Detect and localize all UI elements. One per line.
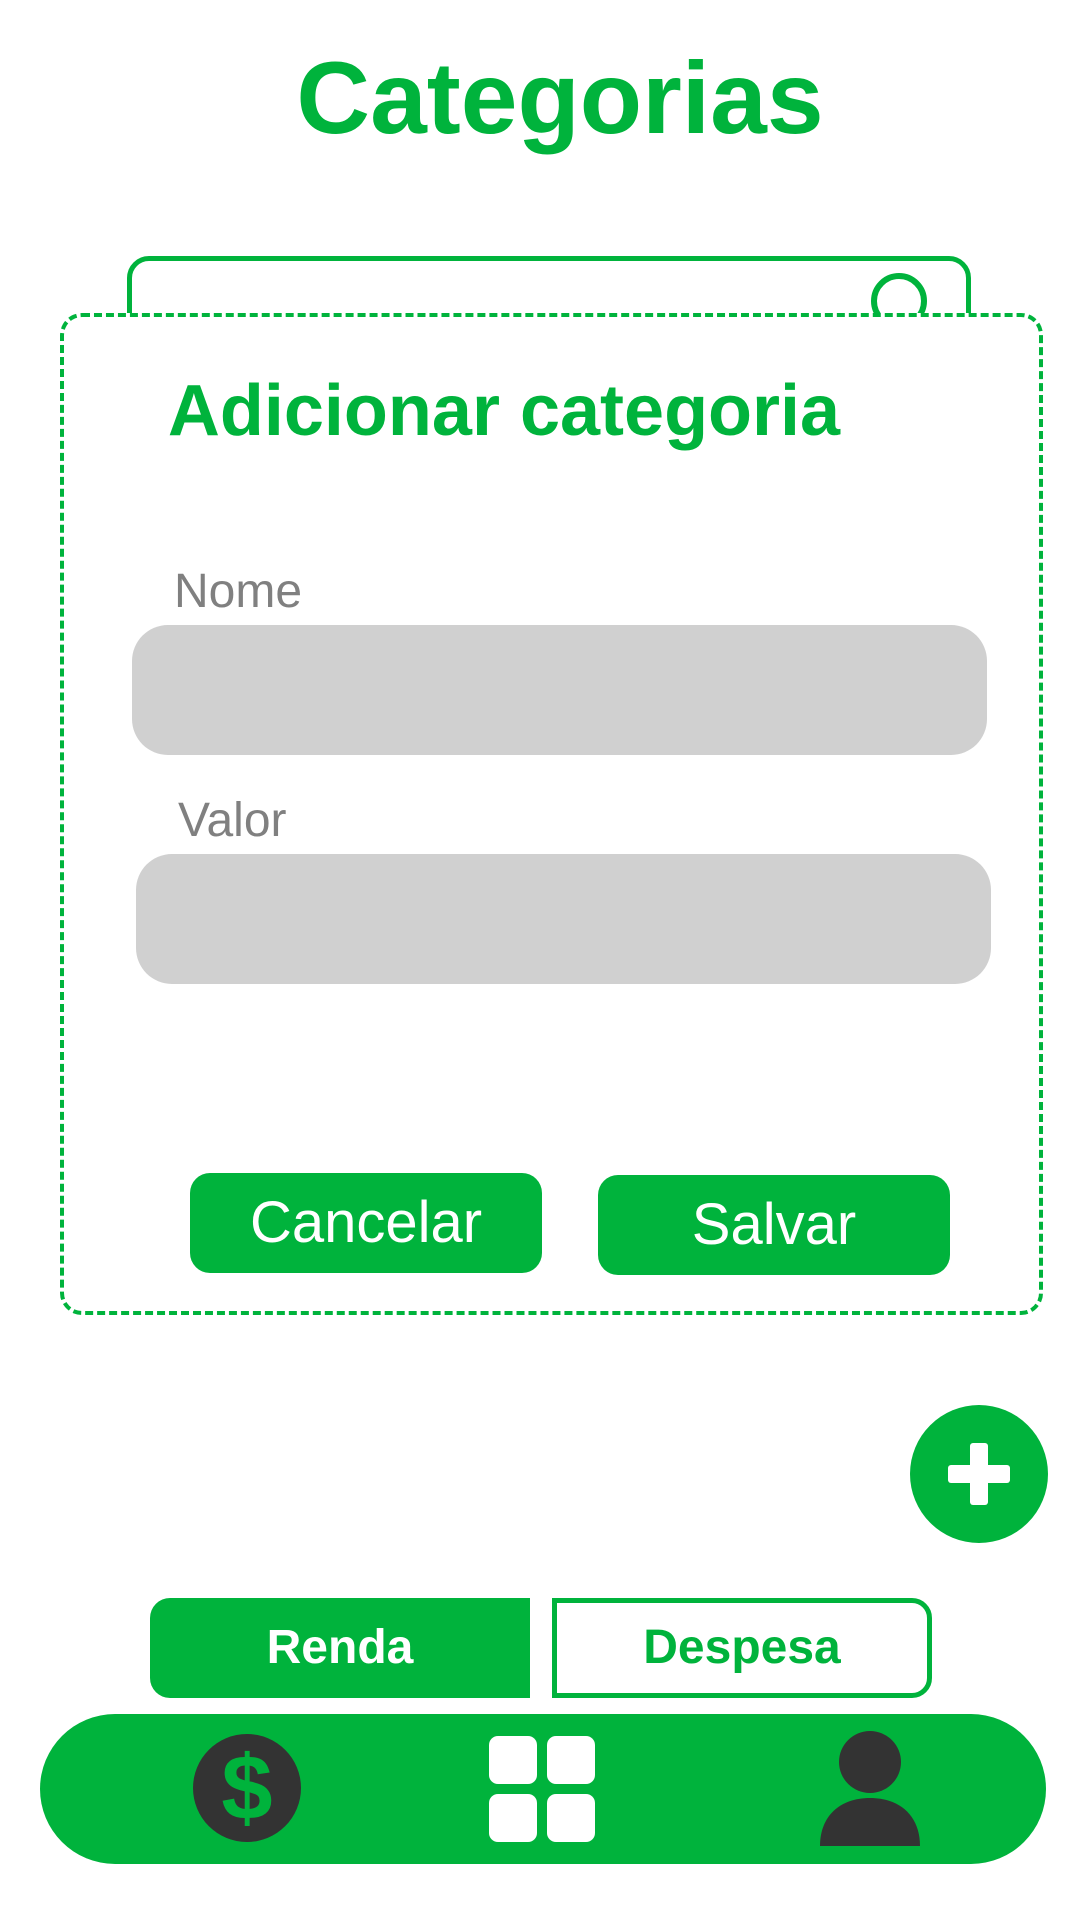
page-title: Categorias <box>296 41 824 155</box>
save-button[interactable]: Salvar <box>598 1175 950 1275</box>
name-input[interactable] <box>132 625 987 755</box>
grid-icon <box>489 1736 595 1842</box>
dialog-title: Adicionar categoria <box>167 371 841 451</box>
user-icon <box>820 1731 920 1846</box>
nav-item-profile[interactable] <box>818 1730 922 1853</box>
income-toggle[interactable]: Renda <box>150 1598 530 1698</box>
value-label: Valor <box>178 794 287 847</box>
add-category-button[interactable] <box>910 1405 1048 1543</box>
add-category-dialog: Adicionar categoria Nome Valor Cancelar … <box>60 313 1043 1315</box>
cancel-button[interactable]: Cancelar <box>190 1173 542 1273</box>
value-input[interactable] <box>136 854 991 984</box>
nav-item-categories[interactable] <box>489 1736 597 1849</box>
nav-item-finance[interactable]: $ <box>192 1733 302 1848</box>
dollar-icon: $ <box>193 1734 301 1842</box>
svg-text:$: $ <box>221 1737 272 1839</box>
bottom-nav: $ <box>40 1714 1046 1864</box>
expense-toggle[interactable]: Despesa <box>552 1598 932 1698</box>
plus-icon <box>948 1443 1010 1505</box>
name-label: Nome <box>174 565 303 618</box>
